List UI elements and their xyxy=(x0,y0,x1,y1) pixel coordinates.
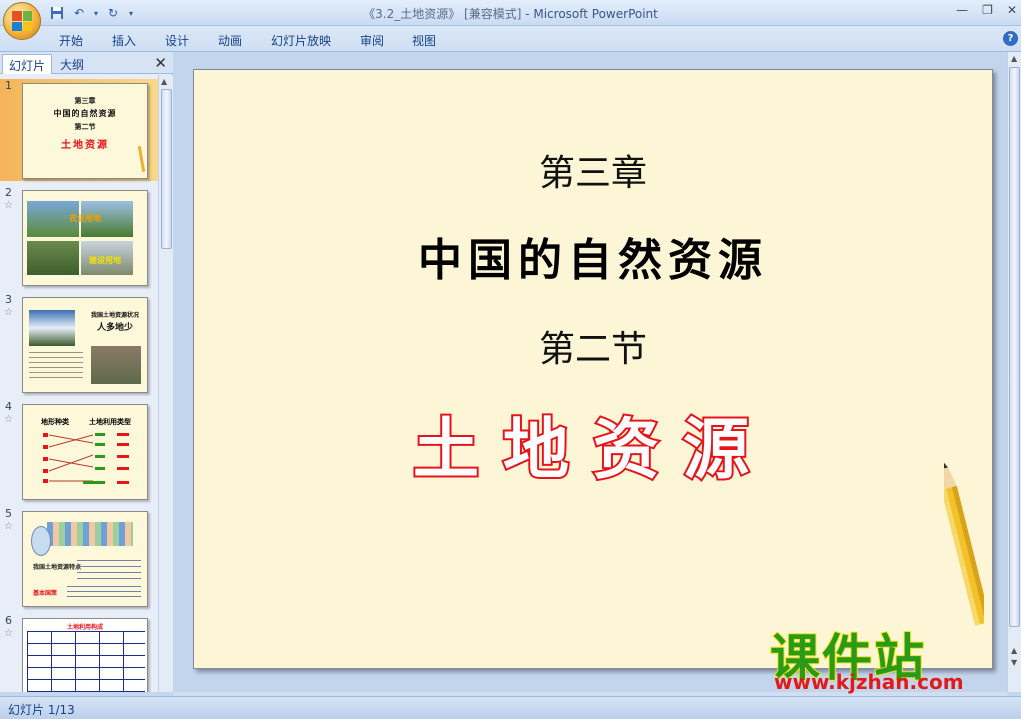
close-icon[interactable]: ✕ xyxy=(154,54,167,72)
tab-view[interactable]: 视图 xyxy=(412,32,436,49)
thumbnail-preview: 地形种类 土地利用类型 xyxy=(22,404,148,500)
thumb-text: 第二节 xyxy=(74,123,96,131)
slide-canvas[interactable]: 第三章 中国的自然资源 第二节 土地资源 xyxy=(193,69,993,669)
thumb-text: 农业用地 xyxy=(69,214,101,223)
slide-chapter[interactable]: 第三章 xyxy=(194,144,992,196)
thumb-text: 土地利用构成 xyxy=(66,624,103,631)
slide-indicator: 幻灯片 1/13 xyxy=(8,703,75,717)
slide-scrollbar[interactable]: ▲ ▲ ▼ xyxy=(1007,52,1021,692)
thumbnail-number: 3 xyxy=(5,293,12,306)
thumbnail-item-2[interactable]: 2 ☆ 农业用地 建设用地 xyxy=(0,186,158,288)
thumb-text: 我国土地资源状况 xyxy=(90,312,139,319)
thumbnail-number: 4 xyxy=(5,400,12,413)
thumbnail-preview: 第三章 中国的自然资源 第二节 土地资源 xyxy=(22,83,148,179)
text-block xyxy=(67,586,141,598)
document-title: 《3.2_土地资源》 [兼容模式] xyxy=(363,7,522,21)
restore-button[interactable]: ❐ xyxy=(982,3,993,17)
thumbnail-preview: 农业用地 建设用地 xyxy=(22,190,148,286)
thumbnail-item-1[interactable]: 1 第三章 中国的自然资源 第二节 土地资源 xyxy=(0,79,158,181)
text-block xyxy=(77,560,141,582)
thumb-text: 土地资源 xyxy=(61,140,109,151)
watermark-url: www.kjzhan.com xyxy=(774,670,964,694)
data-table xyxy=(27,631,145,692)
thumb-text: 第三章 xyxy=(74,97,96,105)
connection-lines xyxy=(43,433,129,484)
window-controls: — ❐ ✕ xyxy=(956,3,1017,17)
animation-star-icon: ☆ xyxy=(4,200,13,211)
slide-topic[interactable]: 土地资源 xyxy=(194,396,992,492)
slides-panel: 幻灯片 大纲 ✕ 1 第三章 中国的自然资源 第二节 土地资源 2 ☆ 农业用地… xyxy=(0,52,173,692)
thumbnail-preview: 我国土地资源状况 人多地少 xyxy=(22,297,148,393)
thumbnail-list: 1 第三章 中国的自然资源 第二节 土地资源 2 ☆ 农业用地 建设用地 3 ☆… xyxy=(0,75,158,692)
slide-editor: 第三章 中国的自然资源 第二节 土地资源 xyxy=(174,52,1007,692)
slide-section[interactable]: 第二节 xyxy=(194,320,992,372)
animation-star-icon: ☆ xyxy=(4,521,13,532)
thumb-text: 基本国策 xyxy=(33,590,58,597)
next-slide-icon[interactable]: ▼ xyxy=(1011,658,1017,667)
thumb-text: 我国土地资源特点 xyxy=(33,564,82,571)
tab-review[interactable]: 审阅 xyxy=(360,32,384,49)
thumbnail-item-4[interactable]: 4 ☆ 地形种类 土地利用类型 xyxy=(0,400,158,502)
thumbnail-number: 6 xyxy=(5,614,12,627)
tab-animations[interactable]: 动画 xyxy=(218,32,242,49)
pencil-icon xyxy=(944,460,984,626)
minimize-button[interactable]: — xyxy=(956,3,968,17)
tab-outline[interactable]: 大纲 xyxy=(54,54,90,74)
animation-star-icon: ☆ xyxy=(4,307,13,318)
title-bar: ↶ ▾ ↻ ▾ 《3.2_土地资源》 [兼容模式] - Microsoft Po… xyxy=(0,0,1021,26)
scrollbar-thumb[interactable] xyxy=(1009,67,1020,627)
window-title: 《3.2_土地资源》 [兼容模式] - Microsoft PowerPoint xyxy=(0,5,1021,22)
thumbnail-number: 1 xyxy=(5,79,12,92)
scroll-up-icon[interactable]: ▲ xyxy=(1011,54,1017,63)
tab-home[interactable]: 开始 xyxy=(59,32,83,49)
thumbnail-item-6[interactable]: 6 ☆ 土地利用构成 xyxy=(0,614,158,692)
ribbon-tabs: 开始 插入 设计 动画 幻灯片放映 审阅 视图 ? xyxy=(0,26,1021,52)
diagram-bubble xyxy=(31,526,51,556)
thumb-text: 土地利用类型 xyxy=(89,418,131,426)
slide-title[interactable]: 中国的自然资源 xyxy=(194,224,992,288)
app-name: Microsoft PowerPoint xyxy=(533,7,658,21)
thumb-text: 人多地少 xyxy=(96,323,133,333)
close-button[interactable]: ✕ xyxy=(1007,3,1017,17)
text-block xyxy=(29,352,83,382)
animation-star-icon: ☆ xyxy=(4,414,13,425)
tab-design[interactable]: 设计 xyxy=(165,32,189,49)
status-bar: 幻灯片 1/13 xyxy=(0,696,1021,719)
help-icon[interactable]: ? xyxy=(1003,31,1018,46)
tab-slides[interactable]: 幻灯片 xyxy=(2,54,53,74)
thumbnail-preview: 我国土地资源特点 基本国策 xyxy=(22,511,148,607)
thumb-text: 地形种类 xyxy=(41,418,69,426)
title-separator: - xyxy=(521,7,534,21)
hills-photo xyxy=(91,346,141,384)
thumbnail-number: 5 xyxy=(5,507,12,520)
panel-scrollbar[interactable]: ▲ xyxy=(158,75,173,692)
thumb-text: 建设用地 xyxy=(89,256,121,265)
office-logo-icon xyxy=(12,11,32,31)
watermark-logo: 课件站 www.kjzhan.com xyxy=(769,618,1010,696)
thumbnail-preview: 土地利用构成 xyxy=(22,618,148,692)
scrollbar-thumb[interactable] xyxy=(161,89,172,249)
thumbnail-number: 2 xyxy=(5,186,12,199)
bar-chart-image xyxy=(47,522,133,546)
thumbnail-item-5[interactable]: 5 ☆ 我国土地资源特点 基本国策 xyxy=(0,507,158,609)
panel-tabs: 幻灯片 大纲 ✕ xyxy=(0,52,173,74)
office-button[interactable] xyxy=(3,2,41,40)
prev-slide-icon[interactable]: ▲ xyxy=(1011,646,1017,655)
animation-star-icon: ☆ xyxy=(4,628,13,639)
tab-slide-show[interactable]: 幻灯片放映 xyxy=(271,32,331,49)
thumb-text: 中国的自然资源 xyxy=(53,109,117,118)
tab-insert[interactable]: 插入 xyxy=(112,32,136,49)
thumbnail-item-3[interactable]: 3 ☆ 我国土地资源状况 人多地少 xyxy=(0,293,158,395)
scroll-up-icon[interactable]: ▲ xyxy=(161,77,167,86)
